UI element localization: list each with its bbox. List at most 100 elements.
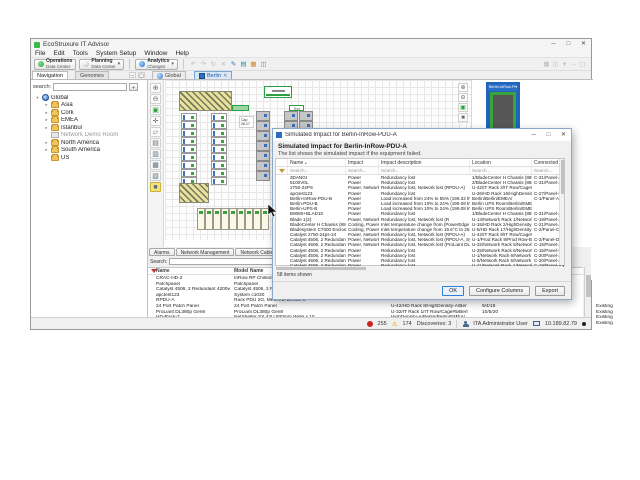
rack[interactable] (256, 111, 270, 121)
rack[interactable] (245, 208, 253, 230)
undo-icon[interactable]: ↶ (189, 60, 198, 69)
rack[interactable] (181, 169, 197, 177)
tree-item[interactable]: ▸ North America (31, 139, 147, 147)
zoom-in-icon[interactable]: ⊕ (458, 83, 468, 92)
rack[interactable] (211, 121, 227, 129)
menu-tools[interactable]: Tools (73, 50, 88, 57)
column-impact[interactable]: Impact (346, 159, 379, 166)
grid-layout-icon[interactable]: ▦ (542, 60, 551, 69)
tab-alarms[interactable]: Alarms (149, 248, 175, 256)
tree-item[interactable]: ▸ Istanbul (31, 124, 147, 132)
zoom-out-icon[interactable]: ⊖ (150, 94, 161, 104)
navigation-search-input[interactable] (53, 83, 127, 91)
column-name[interactable]: Name ▴ (288, 159, 346, 166)
rack[interactable] (211, 169, 227, 177)
tab-global[interactable]: Global (152, 71, 186, 79)
measure-icon[interactable]: ▧ (150, 171, 161, 181)
minimize-button[interactable]: ─ (546, 39, 561, 50)
chevron-down-icon[interactable]: ▾ (118, 61, 121, 67)
maximize-button[interactable]: □ (561, 39, 576, 50)
rack[interactable] (181, 153, 197, 161)
tree-item[interactable]: ▸ Cork (31, 109, 147, 117)
warning-icon[interactable]: ⚠ (392, 320, 398, 328)
overlay-icon[interactable]: ■ (150, 182, 161, 192)
maximize-view-icon[interactable]: ▢ (578, 60, 587, 69)
minimize-panel-icon[interactable]: ─ (129, 72, 136, 78)
analytics-perspective-button[interactable]: Analytics Changes ▾ (135, 59, 178, 70)
menu-help[interactable]: Help (175, 50, 188, 57)
configure-columns-button[interactable]: Configure Columns (469, 286, 530, 296)
discoveries-status[interactable]: Discoveries: 3 (417, 321, 452, 327)
critical-alarm-count[interactable]: 255 (378, 321, 387, 327)
rack[interactable] (181, 129, 197, 137)
rack[interactable] (181, 113, 197, 121)
expander-icon[interactable]: ▸ (44, 102, 49, 108)
logged-in-user[interactable]: ITA Administrator User (473, 321, 528, 327)
rack[interactable] (211, 177, 227, 185)
tab-berlin[interactable]: Berlin ✕ (194, 71, 232, 79)
minimize-view-icon[interactable]: ─ (569, 60, 578, 69)
dialog-maximize-button[interactable]: □ (541, 130, 556, 141)
rack[interactable] (211, 145, 227, 153)
column-name[interactable]: Name (156, 268, 170, 275)
filter-name-input[interactable]: Search... (288, 167, 346, 174)
filter-impact-input[interactable]: Search... (346, 167, 379, 174)
filter-location-input[interactable]: Search... (470, 167, 532, 174)
rack[interactable] (213, 208, 221, 230)
column-location[interactable]: Location (470, 159, 532, 166)
rack[interactable] (299, 111, 313, 121)
search-options-button[interactable]: ▾ (129, 83, 138, 91)
close-button[interactable]: ✕ (576, 39, 591, 50)
rack[interactable] (211, 161, 227, 169)
rack[interactable] (211, 153, 227, 161)
layers-icon[interactable]: ▥ (150, 149, 161, 159)
zoom-in-icon[interactable]: ⊕ (150, 83, 161, 93)
export-button[interactable]: Export (535, 286, 565, 296)
horizontal-scrollbar[interactable] (275, 266, 563, 270)
edit-icon[interactable]: ✎ (229, 60, 238, 69)
rack[interactable] (211, 113, 227, 121)
tab-navigation[interactable]: Navigation (32, 71, 68, 79)
fit-view-icon[interactable]: ▣ (150, 105, 161, 115)
pin-icon[interactable]: ◫ (551, 60, 560, 69)
expander-icon[interactable]: ▸ (44, 125, 49, 131)
expander-icon[interactable]: ▸ (44, 140, 49, 146)
pan-icon[interactable]: ✛ (150, 116, 161, 126)
chevron-down-icon[interactable]: ▾ (171, 61, 174, 67)
expander-icon[interactable]: ▾ (35, 95, 40, 101)
rack[interactable] (256, 161, 270, 171)
menu-edit[interactable]: Edit (53, 50, 64, 57)
rack[interactable] (256, 151, 270, 161)
tree-item[interactable]: ▾ Global (31, 94, 147, 102)
rack[interactable] (181, 121, 197, 129)
equipment-search-input[interactable] (169, 258, 287, 265)
dialog-close-button[interactable]: ✕ (556, 130, 571, 141)
tree-item[interactable]: ▸ Asia (31, 102, 147, 110)
close-tab-icon[interactable]: ✕ (223, 73, 227, 79)
rack[interactable] (181, 145, 197, 153)
server-ip[interactable]: 10.189.82.79 (545, 321, 577, 327)
export-icon[interactable]: ▦ (249, 60, 258, 69)
rack[interactable] (211, 137, 227, 145)
rack[interactable] (256, 141, 270, 151)
menu-system-setup[interactable]: System Setup (96, 50, 136, 57)
menu-window[interactable]: Window (144, 50, 167, 57)
planning-perspective-button[interactable]: Planning Data Center ▾ (79, 59, 124, 70)
tab-network-management[interactable]: Network Management (176, 248, 235, 256)
options-icon[interactable]: ■ (458, 113, 468, 122)
warning-count[interactable]: 174 (403, 321, 412, 327)
rack[interactable] (237, 208, 245, 230)
column-impact-description[interactable]: Impact description (379, 159, 470, 166)
tree-item[interactable]: ▸ EMEA (31, 117, 147, 125)
zoom-out-icon[interactable]: ⊖ (458, 93, 468, 102)
rack[interactable] (181, 137, 197, 145)
scrollbar[interactable] (584, 267, 591, 317)
menu-file[interactable]: File (35, 50, 45, 57)
ok-button[interactable]: OK (442, 286, 464, 296)
rack[interactable] (211, 129, 227, 137)
operations-perspective-button[interactable]: Operations Data Center (34, 59, 76, 70)
print-icon[interactable]: ▦ (150, 160, 161, 170)
fit-view-icon[interactable]: ▣ (458, 103, 468, 112)
dropdown-icon[interactable]: ▾ (560, 60, 569, 69)
refresh-icon[interactable]: ↻ (209, 60, 218, 69)
